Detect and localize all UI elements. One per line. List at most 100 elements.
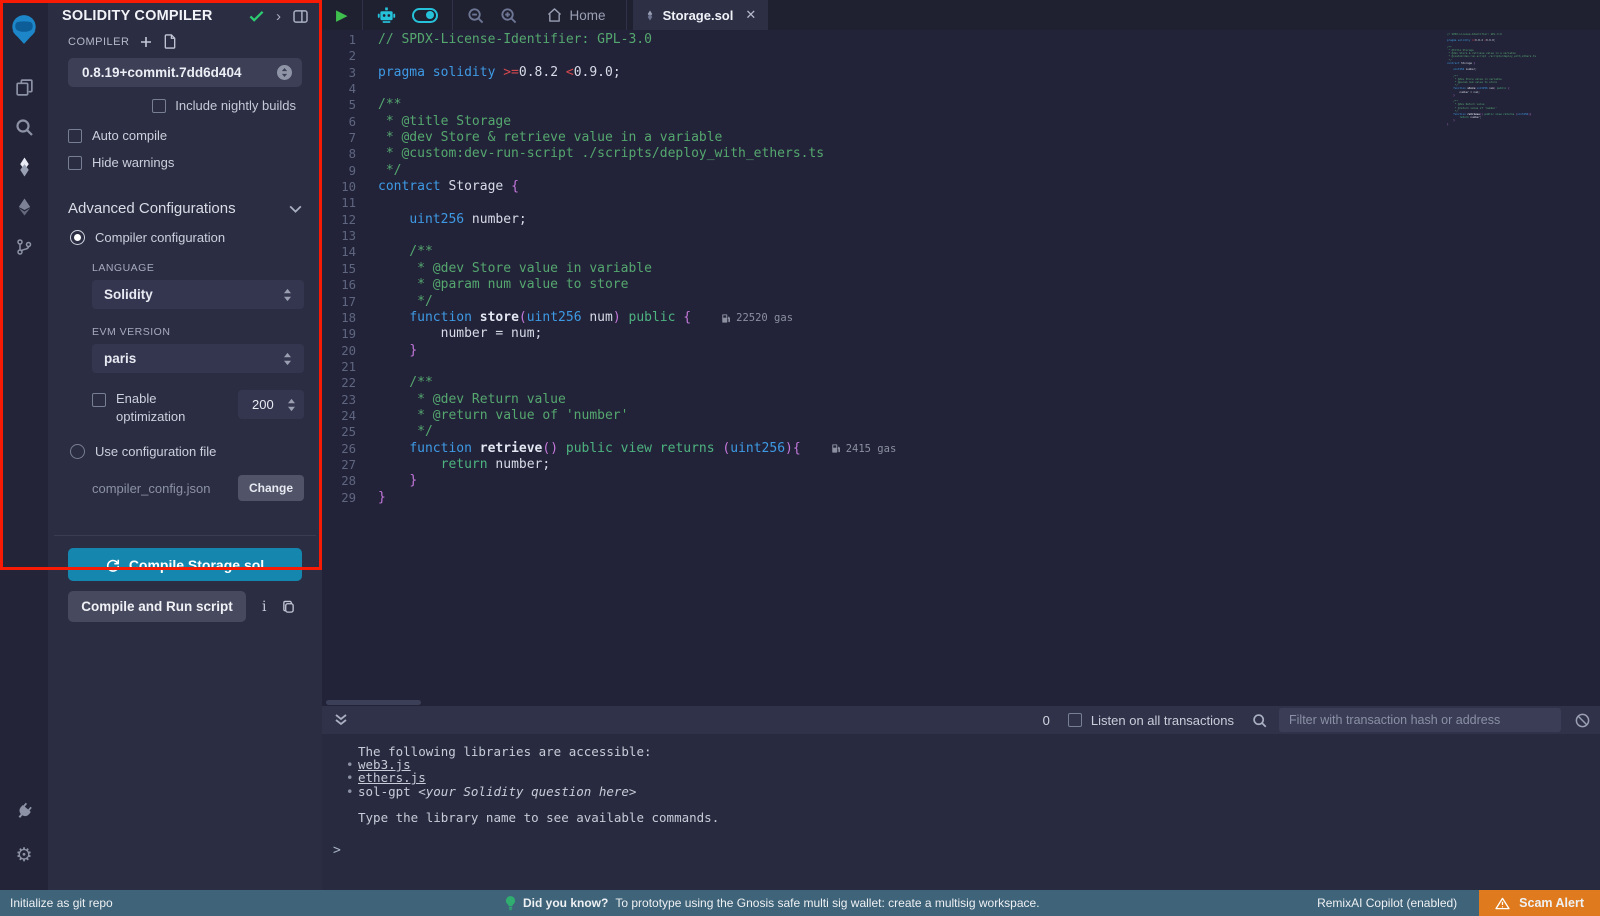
icon-rail: ⚙ xyxy=(0,0,48,890)
code-text: */ xyxy=(378,294,433,310)
line-number: 17 xyxy=(322,294,378,310)
code-line: 14 /** xyxy=(322,244,896,260)
line-number: 23 xyxy=(322,392,378,408)
code-line: 5/** xyxy=(322,97,896,113)
line-number: 2 xyxy=(322,48,378,64)
listen-transactions-label: Listen on all transactions xyxy=(1091,713,1234,728)
line-number: 28 xyxy=(322,473,378,489)
home-icon xyxy=(547,8,562,22)
scam-alert-button[interactable]: Scam Alert xyxy=(1479,890,1600,916)
terminal-text-italic: <your Solidity question here> xyxy=(418,784,636,799)
file-explorer-icon[interactable] xyxy=(0,68,48,106)
line-number: 14 xyxy=(322,244,378,260)
code-editor[interactable]: 1// SPDX-License-Identifier: GPL-3.023pr… xyxy=(322,30,1600,706)
code-text: uint256 number; xyxy=(378,212,527,228)
line-number: 20 xyxy=(322,343,378,359)
advanced-configurations-header[interactable]: Advanced Configurations xyxy=(68,200,302,217)
compiler-configuration-radio[interactable] xyxy=(70,230,85,245)
line-number: 22 xyxy=(322,375,378,391)
evm-version-select[interactable]: paris xyxy=(92,344,304,373)
evm-version-label: EVM VERSION xyxy=(92,326,322,338)
optimization-runs-input[interactable]: 200 xyxy=(238,390,304,419)
terminal-prompt[interactable]: > xyxy=(333,844,341,857)
code-text: * @param num value to store xyxy=(378,277,628,293)
terminal[interactable]: The following libraries are accessible:•… xyxy=(322,734,1600,890)
auto-compile-label: Auto compile xyxy=(92,128,167,143)
copy-icon[interactable] xyxy=(282,600,295,614)
code-line: 11 xyxy=(322,195,896,211)
terminal-toolbar: 0 Listen on all transactions xyxy=(322,706,1600,734)
rail-bottom: ⚙ xyxy=(0,790,48,874)
line-number: 27 xyxy=(322,457,378,473)
code-line: 16 * @param num value to store xyxy=(322,277,896,293)
code-line: 9 */ xyxy=(322,163,896,179)
open-file-icon[interactable] xyxy=(163,34,177,49)
zoom-out-button[interactable] xyxy=(459,0,492,30)
git-icon[interactable] xyxy=(0,228,48,266)
expand-terminal-icon[interactable] xyxy=(334,713,348,727)
gas-estimate[interactable]: 2415 gas xyxy=(831,441,897,457)
search-icon[interactable] xyxy=(0,108,48,146)
code-area[interactable]: 1// SPDX-License-Identifier: GPL-3.023pr… xyxy=(322,32,896,506)
pin-panel-icon[interactable] xyxy=(293,10,308,23)
line-number: 21 xyxy=(322,359,378,375)
use-config-file-radio[interactable] xyxy=(70,444,85,459)
advanced-configurations-title: Advanced Configurations xyxy=(68,200,236,217)
line-number: 8 xyxy=(322,146,378,162)
terminal-line: •sol-gpt <your Solidity question here> xyxy=(322,785,1600,798)
horizontal-scrollbar[interactable] xyxy=(326,700,421,705)
code-line: 19 number = num; xyxy=(322,326,896,342)
code-text: function store(uint256 num) public { xyxy=(378,310,691,326)
remix-logo-icon[interactable] xyxy=(0,8,48,52)
clear-console-icon[interactable] xyxy=(1575,713,1590,728)
use-config-file-row: Use configuration file xyxy=(70,444,322,459)
line-number: 6 xyxy=(322,114,378,130)
tab-home[interactable]: Home xyxy=(535,0,618,30)
line-number: 1 xyxy=(322,32,378,48)
code-line: 29} xyxy=(322,490,896,506)
hide-warnings-checkbox[interactable] xyxy=(68,156,82,170)
compile-run-row: Compile and Run script i xyxy=(68,591,322,622)
use-config-file-label: Use configuration file xyxy=(95,444,216,459)
deploy-run-icon[interactable] xyxy=(0,188,48,226)
language-select[interactable]: Solidity xyxy=(92,280,304,309)
compiler-configuration-row: Compiler configuration xyxy=(70,230,322,245)
close-tab-icon[interactable]: ✕ xyxy=(745,7,756,23)
info-icon[interactable]: i xyxy=(262,599,266,615)
minimap[interactable]: // SPDX-License-Identifier: GPL-3.0 prag… xyxy=(1447,33,1535,126)
copilot-toggle[interactable] xyxy=(404,0,446,30)
remixai-copilot-button[interactable] xyxy=(369,0,404,30)
gas-estimate[interactable]: 22520 gas xyxy=(721,310,793,326)
code-text: } xyxy=(378,473,417,489)
transaction-filter-input[interactable] xyxy=(1279,708,1561,732)
compile-button[interactable]: Compile Storage.sol xyxy=(68,548,302,581)
change-config-button[interactable]: Change xyxy=(238,475,304,501)
chevron-right-icon[interactable]: › xyxy=(276,9,281,24)
code-line: 20 } xyxy=(322,343,896,359)
auto-compile-checkbox[interactable] xyxy=(68,129,82,143)
code-text: return number; xyxy=(378,457,550,473)
run-script-button[interactable]: ▶ xyxy=(328,0,356,30)
compiler-section-label: COMPILER xyxy=(68,36,129,48)
code-text: * @custom:dev-run-script ./scripts/deplo… xyxy=(378,146,824,162)
tab-storage-sol[interactable]: Storage.sol ✕ xyxy=(633,0,769,30)
compiler-version-select[interactable]: 0.8.19+commit.7dd6d404 xyxy=(68,58,302,87)
code-line: 8 * @custom:dev-run-script ./scripts/dep… xyxy=(322,146,896,162)
enable-optimization-checkbox[interactable] xyxy=(92,393,106,407)
lightbulb-icon xyxy=(505,895,516,911)
language-value: Solidity xyxy=(104,287,153,302)
zoom-in-button[interactable] xyxy=(492,0,525,30)
plugin-manager-icon[interactable] xyxy=(0,792,48,830)
nightly-builds-checkbox[interactable] xyxy=(152,99,166,113)
listen-transactions-checkbox[interactable] xyxy=(1068,713,1082,727)
tab-label: Storage.sol xyxy=(663,8,734,23)
add-compiler-icon[interactable] xyxy=(140,36,152,48)
terminal-line: •web3.js xyxy=(322,758,1600,771)
compiled-check-icon xyxy=(249,10,264,22)
settings-gear-icon[interactable]: ⚙ xyxy=(0,836,48,874)
compile-and-run-button[interactable]: Compile and Run script xyxy=(68,591,246,622)
copilot-status[interactable]: RemixAI Copilot (enabled) xyxy=(1317,896,1457,910)
line-number: 18 xyxy=(322,310,378,326)
init-git-repo-button[interactable]: Initialize as git repo xyxy=(10,896,113,910)
solidity-compiler-icon[interactable] xyxy=(0,148,48,186)
